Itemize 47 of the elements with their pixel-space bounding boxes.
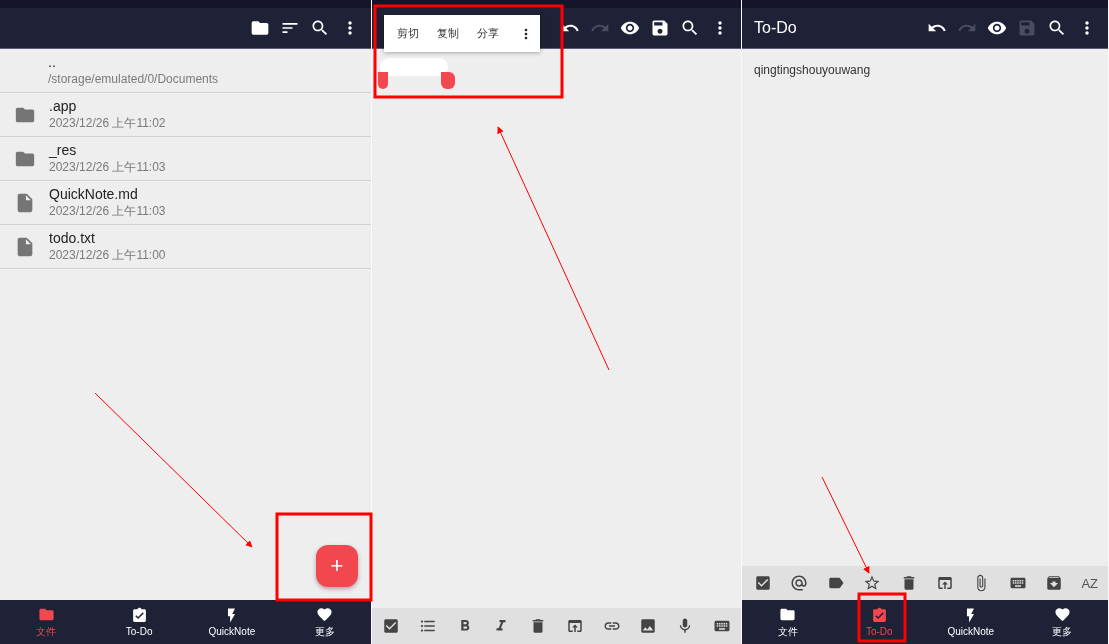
nav-tab[interactable]: QuickNote [185, 600, 279, 644]
heart-icon [1053, 605, 1071, 623]
clipboard-check-icon [130, 607, 148, 624]
menu-item[interactable]: 分享 [472, 26, 507, 41]
nav-tab[interactable]: To-Do [92, 600, 186, 644]
parent-folder-row[interactable]: .. /storage/emulated/0/Documents [0, 49, 371, 93]
nav-tab[interactable]: 文件 [742, 600, 834, 644]
search-icon[interactable] [680, 18, 700, 38]
annotation-box [857, 592, 907, 643]
star-icon[interactable] [863, 574, 882, 592]
redaction-mark [380, 58, 448, 76]
file-name[interactable]: .app [49, 97, 166, 115]
checkbox-icon[interactable] [754, 574, 772, 592]
selection-handle[interactable] [441, 72, 455, 89]
at-icon[interactable] [790, 574, 809, 592]
nav-tab[interactable]: To-Do [833, 600, 925, 644]
file-date: 2023/12/26 上午11:03 [49, 158, 166, 176]
add-button[interactable]: + [316, 545, 358, 587]
archive-icon[interactable] [1045, 574, 1063, 592]
upload-icon[interactable] [565, 617, 584, 635]
nav-tab[interactable]: 更多 [278, 600, 371, 644]
nav-tab[interactable]: 文件 [0, 600, 93, 644]
clipboard-check-icon [870, 607, 888, 624]
screen-title: To-Do [754, 19, 797, 37]
sort-button[interactable]: AZ [1081, 575, 1098, 591]
search-icon[interactable] [1047, 18, 1067, 38]
file-date: 2023/12/26 上午11:00 [49, 246, 166, 264]
folder-icon[interactable] [250, 18, 270, 38]
file-name[interactable]: todo.txt [49, 229, 166, 247]
nav-tab[interactable]: 更多 [1016, 600, 1108, 644]
nav-tab[interactable]: QuickNote [925, 600, 1017, 644]
folder-path: /storage/emulated/0/Documents [48, 70, 220, 88]
menu-item[interactable]: 剪切 [392, 26, 427, 41]
save-icon[interactable] [650, 18, 670, 38]
heart-icon [316, 605, 334, 623]
file-name[interactable]: QuickNote.md [49, 185, 166, 203]
checkbox-icon[interactable] [382, 617, 400, 635]
file-name[interactable]: _res [49, 141, 166, 159]
upload-icon[interactable] [935, 574, 954, 592]
selection-handle[interactable] [378, 72, 388, 89]
image-icon[interactable] [639, 617, 658, 635]
parent-folder-name: .. [48, 53, 57, 71]
file-date: 2023/12/26 上午11:02 [49, 114, 166, 132]
note-text[interactable]: qingtingshouyouwang [754, 63, 871, 77]
menu-item[interactable]: 复制 [432, 26, 467, 41]
search-icon[interactable] [310, 18, 330, 38]
file-date: 2023/12/26 上午11:03 [49, 202, 166, 220]
